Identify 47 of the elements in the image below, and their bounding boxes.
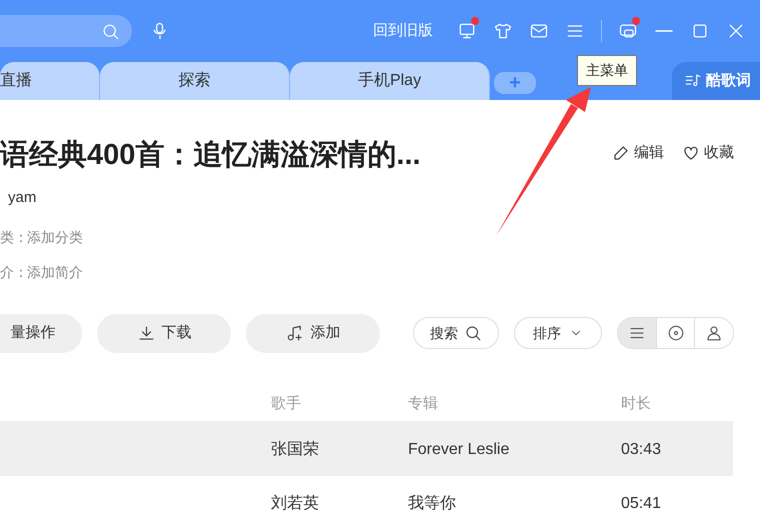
tooltip: 主菜单 (577, 55, 637, 86)
add-category-link[interactable]: 添加分类 (27, 226, 83, 248)
button-label: 添加 (310, 322, 340, 343)
button-label: 下载 (162, 322, 192, 343)
search-field[interactable] (0, 15, 132, 47)
tab[interactable]: 直播 (0, 62, 100, 100)
search-icon (464, 324, 482, 342)
table-cell-text: 03:43 (621, 440, 662, 460)
button-label: 收藏 (704, 143, 734, 163)
table-cell-text: Forever Leslie (408, 440, 510, 460)
add-button[interactable]: 添加 (246, 314, 380, 352)
sort-dropdown[interactable]: 排序 (514, 317, 602, 349)
song-row[interactable]: 张国荣 Forever Leslie 03:43 (0, 420, 733, 474)
lyrics-tab[interactable]: 酷歌词 (672, 62, 760, 100)
table-cell-text: 刘若英 (271, 494, 319, 514)
edit-button[interactable]: 编辑 (612, 142, 664, 164)
view-toggle[interactable] (618, 318, 656, 348)
music-note-plus-icon (286, 324, 304, 342)
button-label: 量操作 (10, 322, 56, 343)
tab[interactable]: 探索 (100, 62, 290, 100)
lyrics-tab-label: 酷歌词 (706, 70, 751, 91)
heart-icon (682, 144, 700, 162)
table-cell-text: 05:41 (621, 494, 662, 514)
intro-label: 介： (0, 262, 27, 282)
minimize-icon (655, 30, 673, 32)
shirt-icon (493, 21, 513, 41)
search-button[interactable]: 搜索 (413, 317, 499, 349)
button-label: 编辑 (634, 143, 664, 163)
search-icon (101, 22, 120, 40)
playlist-title: 语经典400首：追忆满溢深情的... (0, 138, 422, 172)
table-cell-text: 我等你 (408, 494, 456, 514)
category-label: 类： (0, 228, 27, 246)
monitor-icon (457, 21, 477, 41)
button-label: 排序 (533, 324, 561, 342)
person-icon (705, 324, 724, 342)
tab[interactable]: 手机Play (290, 62, 490, 100)
view-toggle[interactable] (694, 318, 733, 348)
download-button[interactable]: 下载 (97, 314, 231, 352)
disc-icon (666, 324, 684, 342)
favorite-button[interactable]: 收藏 (682, 142, 734, 164)
button-label: 搜索 (430, 324, 458, 342)
download-icon (136, 324, 156, 342)
pencil-icon (612, 144, 630, 162)
creator-name[interactable]: yam (0, 187, 612, 210)
batch-button[interactable]: 量操作 (0, 314, 82, 352)
table-cell-text: 张国荣 (271, 440, 319, 460)
add-intro-link[interactable]: 添加简介 (27, 262, 83, 282)
